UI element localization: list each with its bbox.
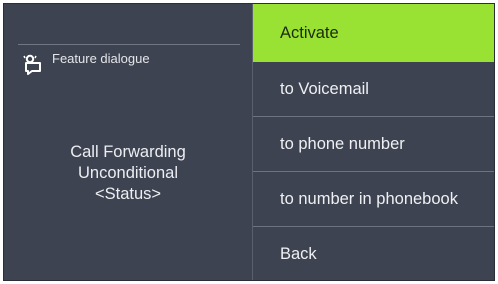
status-line-2: Unconditional: [78, 164, 178, 182]
header-title: Feature dialogue: [52, 51, 150, 66]
feature-panel: Feature dialogue Call Forwarding Uncondi…: [4, 4, 252, 280]
call-forwarding-status: Call Forwarding Unconditional <Status>: [4, 142, 252, 205]
menu-item-activate[interactable]: Activate: [253, 4, 494, 62]
options-menu: Activate to Voicemail to phone number to…: [253, 4, 494, 280]
menu-item-to-voicemail[interactable]: to Voicemail: [253, 62, 494, 116]
header-divider: [18, 44, 240, 45]
menu-item-label: Back: [280, 244, 317, 263]
menu-item-label: Activate: [280, 23, 339, 42]
phone-display: Feature dialogue Call Forwarding Uncondi…: [3, 3, 495, 281]
menu-item-back[interactable]: Back: [253, 227, 494, 280]
feature-dialogue-header: Feature dialogue: [21, 51, 150, 75]
menu-item-label: to number in phonebook: [280, 189, 458, 208]
status-line-1: Call Forwarding: [70, 143, 186, 161]
menu-item-label: to phone number: [280, 134, 405, 153]
menu-item-to-number-in-phonebook[interactable]: to number in phonebook: [253, 172, 494, 226]
status-line-3: <Status>: [94, 185, 162, 203]
menu-item-label: to Voicemail: [280, 79, 369, 98]
menu-item-to-phone-number[interactable]: to phone number: [253, 117, 494, 171]
feature-dialogue-icon: [23, 54, 41, 75]
